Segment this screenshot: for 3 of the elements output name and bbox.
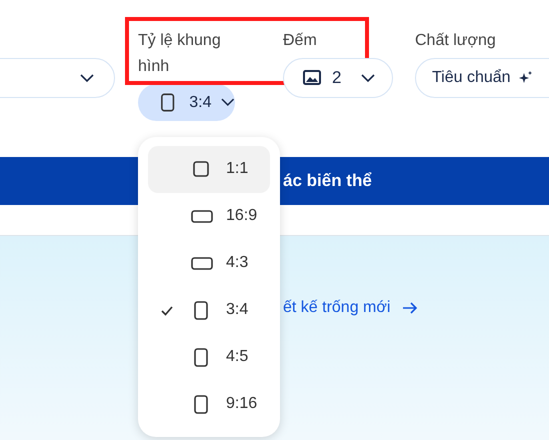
setting-label: Chất lượng <box>415 31 497 51</box>
setting-label: Đếm <box>283 31 318 51</box>
setting-label: Tỷ lệ khung hình <box>138 31 222 77</box>
